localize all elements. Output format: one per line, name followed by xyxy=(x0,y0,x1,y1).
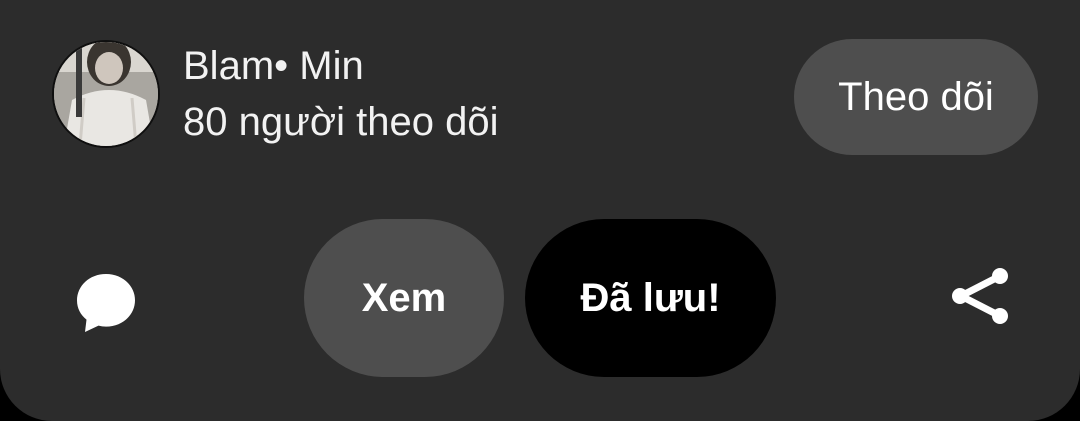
avatar-photo xyxy=(54,42,158,146)
avatar[interactable] xyxy=(52,40,160,148)
share-icon xyxy=(952,268,1008,324)
comment-icon xyxy=(77,274,135,332)
comment-button[interactable] xyxy=(66,262,146,342)
saved-button[interactable]: Đã lưu! xyxy=(525,219,776,377)
view-button[interactable]: Xem xyxy=(304,219,504,377)
pin-action-sheet: Blam• Min 80 người theo dõi Theo dõi Xem… xyxy=(0,0,1080,421)
follower-count: 80 người theo dõi xyxy=(183,100,499,144)
user-name[interactable]: Blam• Min xyxy=(183,40,364,92)
share-button[interactable] xyxy=(940,256,1020,336)
follow-button[interactable]: Theo dõi xyxy=(794,39,1038,155)
